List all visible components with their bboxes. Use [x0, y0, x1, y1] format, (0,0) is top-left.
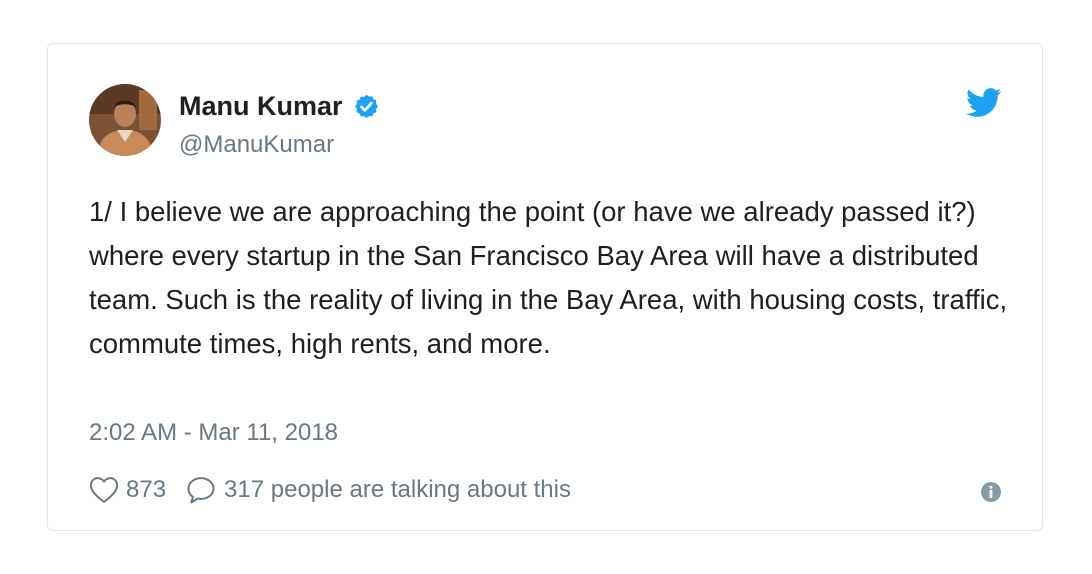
avatar[interactable] [89, 84, 161, 156]
heart-icon [89, 477, 119, 503]
conversation-count: 317 people are talking about this [224, 476, 571, 503]
author-name: Manu Kumar [179, 91, 343, 121]
reply-conversation-link[interactable]: 317 people are talking about this [186, 475, 571, 505]
speech-bubble-icon [187, 477, 215, 504]
like-button[interactable]: 873 [89, 476, 186, 504]
author-handle[interactable]: @ManuKumar [179, 130, 334, 160]
twitter-bird-icon[interactable] [966, 88, 1002, 118]
tweet-card[interactable]: Manu Kumar @ManuKumar 1/ I believe we ar… [47, 43, 1043, 531]
like-count: 873 [126, 476, 167, 503]
tweet-text: 1/ I believe we are approaching the poin… [89, 196, 1008, 359]
info-icon[interactable] [980, 481, 1002, 503]
tweet-actions: 873 317 people are talking about this [89, 474, 571, 506]
verified-badge-icon [354, 94, 378, 118]
tweet-timestamp[interactable]: 2:02 AM - Mar 11, 2018 [89, 418, 338, 448]
avatar-image [89, 84, 161, 156]
author-name-row[interactable]: Manu Kumar [179, 90, 380, 122]
